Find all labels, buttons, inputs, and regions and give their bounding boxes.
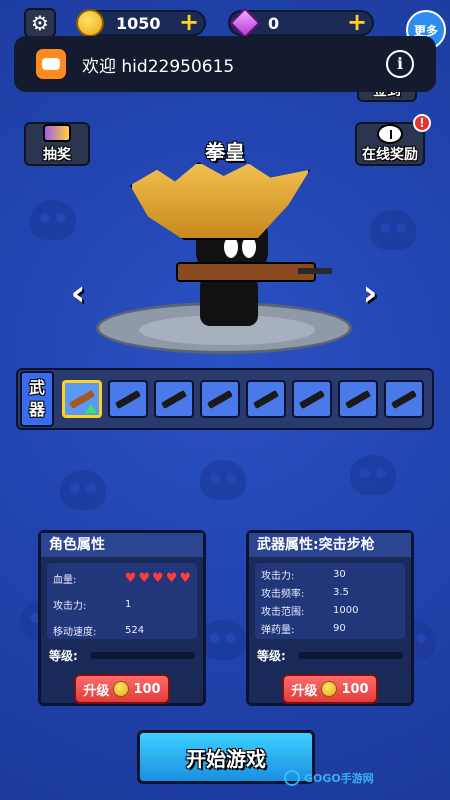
character-body — [200, 276, 258, 326]
welcome-text: 欢迎 hid22950615 — [82, 56, 235, 77]
weapon-rate-row: 攻击频率: 3.5 — [261, 586, 349, 600]
heart-icon: ♥ — [165, 570, 178, 586]
character-gun — [176, 262, 332, 282]
rifle-icon — [252, 389, 280, 409]
pistol-icon — [114, 389, 142, 409]
upgrade-character-button[interactable]: 升级 100 — [74, 674, 170, 704]
skull-decoration — [350, 455, 396, 495]
alert-badge: ! — [413, 114, 431, 132]
coin-counter: 1050 + — [76, 9, 206, 37]
gem-value: 0 — [268, 13, 280, 33]
top-bar: ⚙ 1050 + 0 + 更多 — [0, 6, 450, 50]
settings-button[interactable]: ⚙ — [24, 8, 56, 38]
weapon-slot-rocket-launcher[interactable] — [384, 380, 424, 418]
upgrade-arrow-icon — [85, 404, 97, 413]
smg-icon — [160, 389, 188, 409]
character-level-bar — [89, 652, 195, 659]
character-name: 拳皇 — [205, 140, 245, 164]
skull-decoration — [60, 470, 106, 510]
character-stats-panel: 角色属性 血量: ♥ ♥ ♥ ♥ ♥ 攻击力: 1 移动速度: 524 等级: 升级 1… — [38, 530, 206, 706]
info-icon[interactable]: i — [386, 50, 414, 78]
coin-icon — [321, 681, 338, 697]
character-level-row: 等级: — [49, 647, 195, 664]
weapon-panel-title: 武器属性:突击步枪 — [249, 533, 411, 557]
weapon-slot-rifle[interactable] — [246, 380, 286, 418]
weapon-slot-pistol[interactable] — [108, 380, 148, 418]
laser-gun-icon — [298, 389, 326, 409]
weapon-stats: 攻击力: 30 攻击频率: 3.5 攻击范围: 1000 弹药量: 90 — [255, 563, 405, 639]
add-coins-button[interactable]: + — [178, 10, 200, 34]
character-panel-title: 角色属性 — [41, 533, 203, 557]
weapon-slot-laser-gun[interactable] — [292, 380, 332, 418]
upgrade-weapon-button[interactable]: 升级 100 — [282, 674, 378, 704]
heart-icon: ♥ — [179, 570, 191, 586]
sniper-rifle-icon — [344, 389, 372, 409]
coin-value: 1050 — [116, 13, 161, 33]
weapon-label: 武 器 — [20, 371, 54, 427]
coin-icon — [76, 9, 104, 37]
character-stats: 血量: ♥ ♥ ♥ ♥ ♥ 攻击力: 1 移动速度: 524 — [47, 563, 197, 639]
speed-row: 移动速度: 524 — [53, 624, 145, 638]
weapon-slot-shotgun[interactable] — [200, 380, 240, 418]
prev-character-button[interactable]: ‹ — [64, 276, 92, 312]
weapon-selector: 武 器 — [16, 368, 434, 430]
coin-icon — [113, 681, 130, 697]
next-character-button[interactable]: › — [356, 276, 384, 312]
weapon-range-row: 攻击范围: 1000 — [261, 604, 359, 618]
attack-row: 攻击力: 1 — [53, 598, 132, 612]
weapon-attack-row: 攻击力: 30 — [261, 568, 346, 582]
weapon-slot-sniper-rifle[interactable] — [338, 380, 378, 418]
skull-decoration — [200, 460, 246, 500]
weapon-level-row: 等级: — [257, 647, 403, 664]
hp-hearts: ♥ ♥ ♥ ♥ ♥ — [125, 572, 191, 585]
heart-icon: ♥ — [152, 570, 164, 586]
gear-icon: ⚙ — [31, 11, 49, 35]
watermark-logo-icon — [284, 770, 300, 786]
heart-icon: ♥ — [138, 570, 151, 586]
weapon-slots — [62, 380, 430, 418]
weapon-slot-assault-rifle[interactable] — [62, 380, 102, 418]
hp-row: 血量: ♥ ♥ ♥ ♥ ♥ — [53, 570, 191, 586]
skull-decoration — [30, 200, 76, 240]
heart-icon: ♥ — [124, 570, 137, 586]
skull-decoration — [200, 620, 246, 660]
watermark: GOGO手游网 — [284, 770, 374, 786]
add-gems-button[interactable]: + — [346, 10, 368, 34]
weapon-level-bar — [297, 652, 403, 659]
gem-icon — [229, 7, 261, 39]
shotgun-icon — [206, 389, 234, 409]
gem-counter: 0 + — [228, 7, 374, 39]
weapon-stats-panel: 武器属性:突击步枪 攻击力: 30 攻击频率: 3.5 攻击范围: 1000 弹… — [246, 530, 414, 706]
rocket-launcher-icon — [390, 389, 418, 409]
weapon-ammo-row: 弹药量: 90 — [261, 622, 346, 636]
skull-decoration — [370, 210, 416, 250]
welcome-notification: 欢迎 hid22950615 i — [14, 36, 436, 92]
gamepad-icon — [36, 49, 66, 79]
weapon-slot-smg[interactable] — [154, 380, 194, 418]
